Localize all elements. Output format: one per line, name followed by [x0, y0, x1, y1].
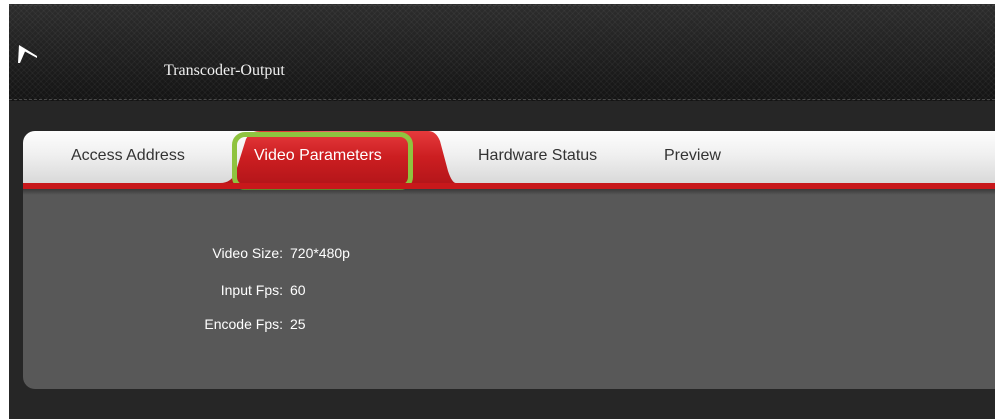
- encode-fps-label: Encode Fps:: [204, 316, 283, 332]
- tab-hardware-status[interactable]: Hardware Status: [478, 147, 597, 165]
- header-top-divider: [9, 5, 995, 6]
- tab-highlight-annotation: [232, 132, 413, 190]
- header-divider: [9, 99, 995, 100]
- input-fps-row: Input Fps: 60: [23, 282, 423, 302]
- video-size-row: Video Size: 720*480p: [23, 245, 423, 265]
- app-header: Transcoder-Output: [9, 4, 995, 101]
- tab-bar-shadow: [23, 189, 995, 195]
- input-fps-value: 60: [290, 282, 306, 298]
- encode-fps-row: Encode Fps: 25: [23, 316, 423, 336]
- video-size-value: 720*480p: [290, 245, 350, 261]
- video-size-label: Video Size:: [212, 245, 283, 261]
- app-window: Transcoder-Output Access Address Video P…: [9, 4, 995, 419]
- tab-preview[interactable]: Preview: [664, 147, 721, 165]
- tab-access-address[interactable]: Access Address: [71, 147, 185, 165]
- app-title: Transcoder-Output: [164, 62, 285, 79]
- encode-fps-value: 25: [290, 316, 306, 332]
- content-panel: Access Address Video Parameters Hardware…: [23, 131, 995, 389]
- logo-icon: [16, 42, 40, 66]
- input-fps-label: Input Fps:: [220, 282, 283, 298]
